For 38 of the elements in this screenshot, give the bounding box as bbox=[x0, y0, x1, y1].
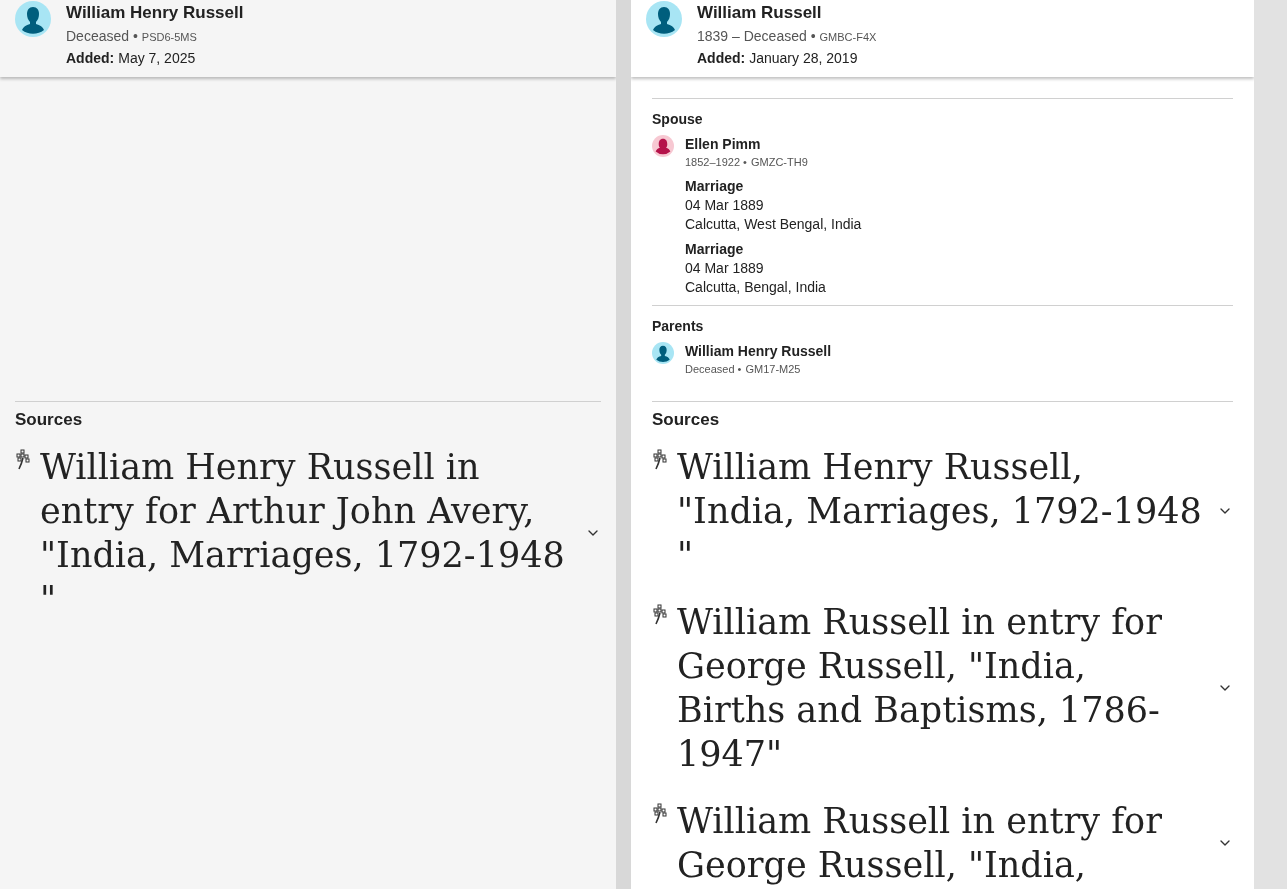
person-id: GMZC-TH9 bbox=[750, 155, 808, 170]
tree-icon bbox=[15, 449, 33, 471]
tree-icon bbox=[652, 803, 670, 825]
tree-icon bbox=[652, 604, 670, 626]
section-title: Parents bbox=[652, 316, 705, 336]
person-id: PSD6-5MS bbox=[141, 30, 197, 45]
added-date: January 28, 2019 bbox=[749, 49, 858, 68]
source-title: William Russell in entry for George Russell, "India, Births and Baptisms, 1786-1947" bbox=[677, 601, 1163, 776]
female-avatar-icon bbox=[652, 135, 674, 157]
event-place: Calcutta, Bengal, India bbox=[685, 277, 827, 297]
person-vitals: Deceased • bbox=[685, 361, 742, 377]
source-item[interactable]: William Russell in entry for George Russell, "India, Births and Baptisms, 1786-1947" bbox=[652, 600, 1233, 776]
section-title: Spouse bbox=[652, 110, 704, 129]
added-label: Added: bbox=[697, 49, 746, 68]
person-vitals: 1852–1922 • bbox=[685, 155, 747, 170]
male-avatar-icon bbox=[646, 1, 682, 37]
event-type: Marriage bbox=[685, 239, 745, 259]
added-date: May 7, 2025 bbox=[118, 49, 196, 68]
person-vitals: 1839 – Deceased • bbox=[697, 27, 816, 46]
person-id: GMBC-F4X bbox=[819, 30, 877, 45]
event-place: Calcutta, West Bengal, India bbox=[685, 214, 862, 234]
person-id: GM17-M25 bbox=[745, 361, 801, 377]
person-name[interactable]: William Russell bbox=[697, 1, 877, 25]
sources-title: Sources bbox=[15, 409, 84, 431]
tree-icon bbox=[652, 449, 670, 471]
added-label: Added: bbox=[66, 49, 115, 68]
person-name[interactable]: William Henry Russell bbox=[66, 1, 244, 25]
source-title: William Russell in entry for George Russell, "India, bbox=[677, 800, 1163, 887]
male-avatar-icon bbox=[15, 1, 51, 37]
event-type: Marriage bbox=[685, 176, 745, 196]
person-name[interactable]: William Henry Russell bbox=[685, 340, 832, 361]
source-item[interactable]: William Russell in entry for George Russell, "India, bbox=[652, 799, 1233, 887]
sources-title: Sources bbox=[652, 409, 721, 431]
event-date: 04 Mar 1889 bbox=[685, 258, 765, 278]
event-date: 04 Mar 1889 bbox=[685, 195, 765, 215]
male-avatar-icon bbox=[652, 341, 674, 364]
person-vitals: Deceased • bbox=[66, 27, 138, 46]
person-name[interactable]: Ellen Pimm bbox=[685, 134, 862, 154]
